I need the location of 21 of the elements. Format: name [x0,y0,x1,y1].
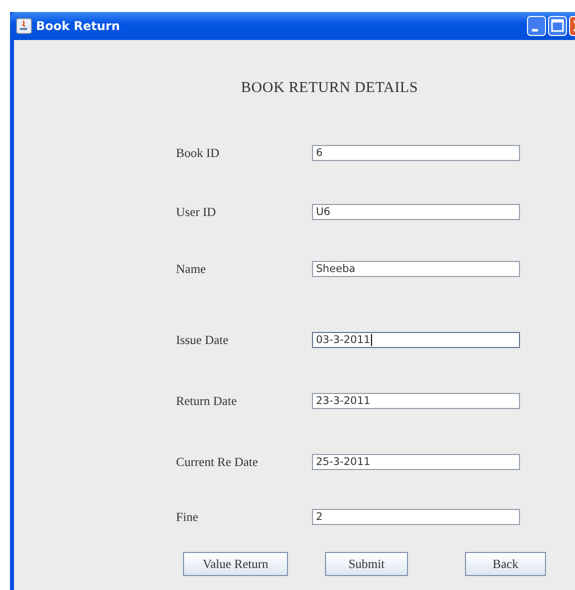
field-label: Name [176,262,207,276]
input-field[interactable]: 03-3-2011 [312,332,520,348]
input-field[interactable]: Sheeba [312,261,520,277]
maximize-button[interactable] [548,16,567,36]
minimize-button[interactable] [527,16,546,36]
window-title: Book Return [36,19,120,33]
form-heading: BOOK RETURN DETAILS [240,80,419,97]
input-field[interactable]: 2 [312,509,520,525]
input-field[interactable]: 23-3-2011 [312,393,520,409]
form-button[interactable]: Back [465,552,546,576]
input-field[interactable]: 25-3-2011 [312,454,520,470]
field-label: Current Re Date [176,454,259,470]
input-field[interactable]: U6 [312,204,520,220]
form-button[interactable]: Submit [325,552,408,576]
field-label: Book ID [176,146,220,160]
field-label: Return Date [176,394,238,408]
input-field[interactable]: 6 [312,145,520,161]
field-label: Issue Date [176,332,230,348]
form-button[interactable]: Value Return [183,552,288,576]
field-label: User ID [176,204,217,220]
field-label: Fine [176,510,200,524]
